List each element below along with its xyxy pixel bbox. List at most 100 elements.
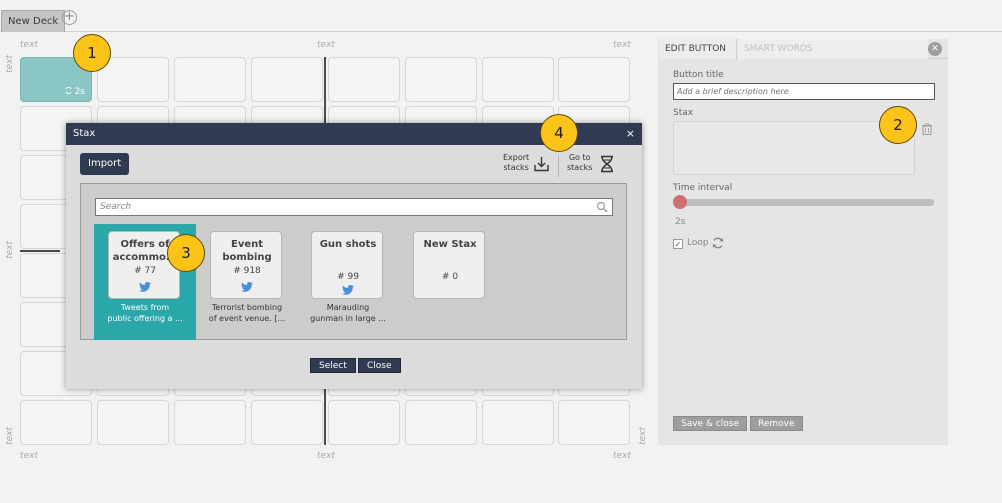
stax-label: Stax (673, 108, 694, 118)
grid-button[interactable] (251, 400, 323, 445)
deck-tab-bar: New Deck + (0, 0, 1002, 32)
grid-button[interactable] (97, 400, 169, 445)
stack-item[interactable]: New Stax # 0 (399, 224, 501, 340)
stack-count: # 99 (337, 272, 359, 282)
plus-circle-icon[interactable]: + (62, 10, 77, 25)
stack-card[interactable]: New Stax # 0 (413, 231, 485, 299)
stack-card[interactable]: Gun shots # 99 (311, 231, 383, 299)
toolbar-divider (558, 155, 559, 177)
save-close-button[interactable]: Save & close (673, 416, 748, 431)
grid-placeholder-left-bottom: text (5, 427, 15, 445)
time-interval-slider[interactable] (676, 199, 934, 206)
refresh-icon (712, 237, 724, 249)
grid-placeholder-bottom-left: text (20, 451, 38, 461)
stack-description-line-1: Tweets from (120, 303, 170, 312)
export-stacks-button[interactable]: Export stacks (503, 153, 529, 173)
twitter-icon (241, 282, 253, 292)
tab-edit-button[interactable]: EDIT BUTTON (659, 39, 737, 59)
stack-count: # 918 (233, 266, 261, 276)
grid-button[interactable] (558, 400, 630, 445)
stack-item[interactable]: Event bombing # 918 Terrorist bombing of eve… (196, 224, 298, 340)
panel-tabs: EDIT BUTTON SMART WORDS ✕ (658, 39, 948, 59)
stack-card[interactable]: Event bombing # 918 (210, 231, 282, 299)
grid-button[interactable] (174, 400, 246, 445)
grid-button[interactable] (482, 400, 554, 445)
stack-description-line-2: gunman in large ... (310, 314, 386, 323)
stack-title: New Stax (414, 238, 486, 251)
grid-button[interactable] (405, 57, 477, 102)
import-button[interactable]: Import (80, 153, 130, 175)
grid-button[interactable] (558, 57, 630, 102)
grid-button[interactable] (251, 57, 323, 102)
dna-icon[interactable] (599, 155, 615, 173)
stack-description-line-2: public offering a ... (107, 314, 183, 323)
time-interval-value: 2s (675, 217, 686, 227)
deck-tab-new-deck[interactable]: New Deck (1, 10, 66, 32)
stack-description-line-1: Marauding (326, 303, 370, 312)
go-to-stacks-label-1: Go to (568, 153, 591, 162)
stack-count: # 0 (441, 272, 459, 282)
stack-title-line-1: New Stax (423, 239, 477, 250)
stax-dialog: Stax × Import Export stacks Go to stacks (66, 123, 642, 389)
go-to-stacks-label-2: stacks (567, 163, 593, 172)
stack-count: # 77 (134, 266, 156, 276)
grid-placeholder-right-bottom: text (638, 427, 648, 445)
stack-description-line-2: of event venue. [... (208, 314, 286, 323)
stacks-browser: Search Offers of accommo... # 77 Tweets fro… (80, 183, 627, 340)
stack-card[interactable]: Offers of accommo... # 77 (108, 231, 180, 299)
grid-placeholder-bottom-center: text (317, 451, 335, 461)
grid-button[interactable] (97, 57, 169, 102)
close-button[interactable]: Close (358, 358, 401, 373)
grid-button[interactable] (328, 57, 400, 102)
close-icon[interactable]: × (626, 123, 635, 144)
export-stacks-label-1: Export (503, 153, 530, 162)
refresh-icon (64, 86, 72, 95)
trash-icon[interactable] (921, 123, 933, 135)
annotation-marker-3: 3 (167, 234, 205, 272)
annotation-marker-2: 2 (879, 106, 917, 144)
loop-label: Loop (687, 238, 709, 248)
grid-button-counter: 2s (64, 86, 85, 97)
grid-placeholder-bottom-right: text (613, 451, 631, 461)
grid-button[interactable] (174, 57, 246, 102)
close-circle-icon[interactable]: ✕ (928, 42, 942, 56)
grid-horizontal-divider (20, 250, 60, 252)
search-placeholder: Search (100, 202, 132, 212)
twitter-icon (139, 282, 151, 292)
select-button[interactable]: Select (310, 358, 356, 373)
search-icon[interactable] (596, 201, 608, 213)
remove-button[interactable]: Remove (750, 416, 803, 431)
annotation-marker-4: 4 (540, 114, 578, 152)
stack-title: Gun shots (312, 238, 384, 251)
stack-item[interactable]: Gun shots # 99 Marauding gunman in large ..… (297, 224, 399, 340)
grid-placeholder-top-right: text (613, 40, 631, 50)
stack-title-line-1: Gun shots (319, 239, 377, 250)
stack-description: Marauding gunman in large ... (297, 302, 399, 324)
stack-description-line-1: Terrorist bombing (211, 303, 283, 312)
stack-description: Tweets from public offering a ... (94, 302, 196, 324)
download-icon[interactable] (534, 156, 549, 172)
grid-button[interactable] (328, 400, 400, 445)
stack-title-line-2: bombing (222, 252, 272, 263)
grid-button-counter-text: 2s (74, 87, 85, 97)
grid-placeholder-left-middle: text (5, 241, 15, 259)
search-input[interactable]: Search (95, 198, 613, 216)
annotation-marker-1: 1 (73, 34, 111, 72)
time-interval-slider-handle[interactable] (673, 195, 687, 209)
grid-button[interactable] (20, 400, 92, 445)
stax-deck-editor: New Deck + text text text text text text… (0, 0, 1002, 503)
button-title-label: Button title (673, 70, 724, 80)
grid-placeholder-left-top: text (5, 55, 15, 73)
go-to-stacks-button[interactable]: Go to stacks (567, 153, 592, 173)
edit-button-panel: EDIT BUTTON SMART WORDS ✕ Button title S… (658, 39, 948, 445)
grid-button[interactable] (405, 400, 477, 445)
button-title-input[interactable] (673, 83, 935, 100)
grid-button[interactable] (482, 57, 554, 102)
grid-placeholder-top-center: text (317, 40, 335, 50)
grid-placeholder-top-left: text (20, 40, 38, 50)
loop-checkbox[interactable]: ✓ (673, 239, 683, 249)
stack-description: Terrorist bombing of event venue. [... (196, 302, 298, 324)
tab-smart-words[interactable]: SMART WORDS (738, 39, 928, 59)
stack-title-line-1: Event (230, 239, 264, 250)
time-interval-label: Time interval (673, 183, 733, 193)
